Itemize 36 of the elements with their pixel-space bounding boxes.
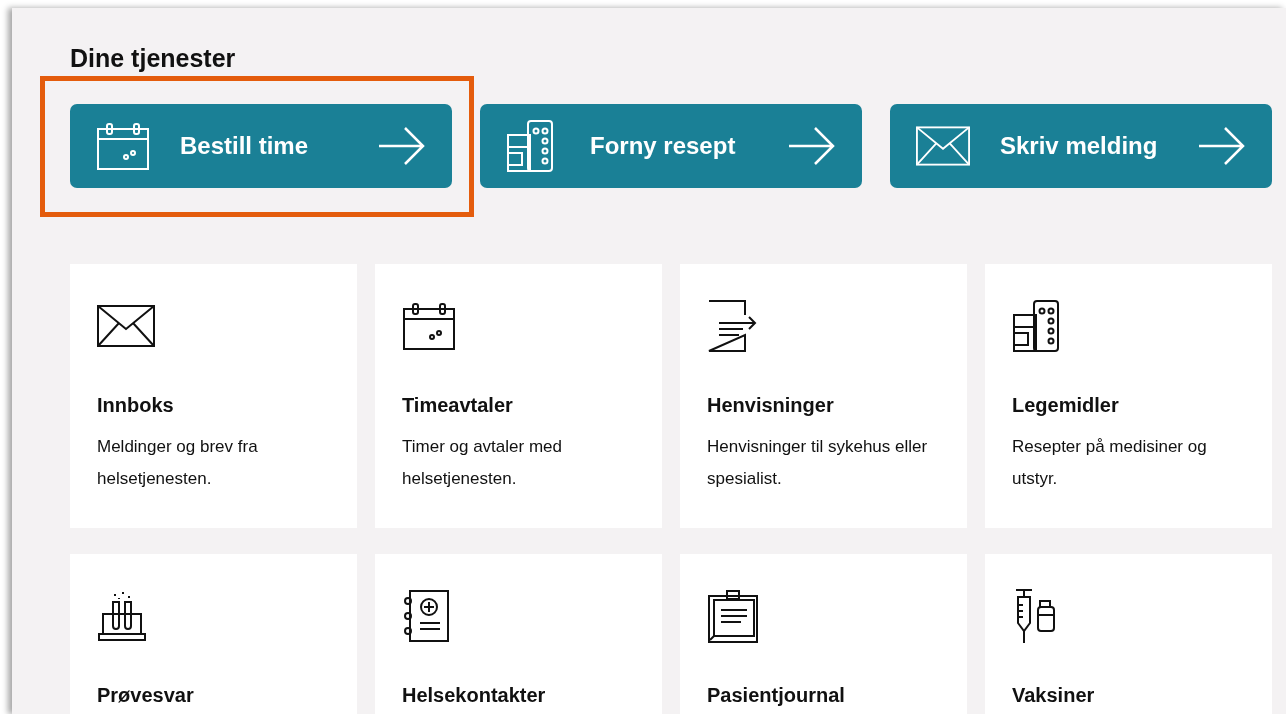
clipboard-icon (707, 588, 761, 644)
arrow-right-icon (1198, 126, 1246, 166)
pill-pack-icon (1012, 299, 1060, 353)
card-title: Timeavtaler (402, 394, 514, 417)
service-card[interactable]: Vaksiner (985, 554, 1272, 714)
notebook-plus-icon (402, 589, 450, 643)
envelope-icon (97, 305, 155, 347)
card-title: Pasientjournal (707, 684, 846, 707)
card-title: Prøvesvar (97, 684, 195, 707)
card-title: Legemidler (1012, 394, 1120, 417)
card-title: Henvisninger (707, 394, 835, 417)
service-card[interactable]: Timeavtaler Timer og avtaler med helsetjenesten. (375, 264, 662, 528)
card-title: Vaksiner (1012, 684, 1096, 707)
card-description: Resepter på medisiner og utstyr. (1012, 436, 1208, 490)
service-card[interactable]: Henvisninger Henvisninger til sykehus eller spesialist. (680, 264, 967, 528)
calendar-icon (402, 301, 456, 351)
quick-action-button[interactable]: Forny resept (480, 104, 862, 188)
quick-action-button[interactable]: Bestill time (70, 104, 452, 188)
quick-action-button[interactable]: Skriv melding (890, 104, 1272, 188)
card-description: Meldinger og brev fra helsetjenesten. (97, 436, 259, 490)
arrow-right-icon (378, 126, 426, 166)
service-card[interactable]: Pasientjournal (680, 554, 967, 714)
envelope-icon (916, 125, 970, 167)
card-title: Innboks (97, 394, 175, 417)
pill-pack-icon (506, 119, 554, 173)
service-card[interactable]: Helsekontakter (375, 554, 662, 714)
arrow-right-icon (788, 126, 836, 166)
card-description: Henvisninger til sykehus eller spesialist. (707, 436, 929, 490)
service-card[interactable]: Legemidler Resepter på medisiner og utstyr. (985, 264, 1272, 528)
section-heading: Dine tjenester (70, 44, 237, 73)
service-card[interactable]: Innboks Meldinger og brev fra helsetjenesten. (70, 264, 357, 528)
document-arrow-icon (707, 299, 759, 353)
card-description: Timer og avtaler med helsetjenesten. (402, 436, 563, 490)
service-card[interactable]: Prøvesvar (70, 554, 357, 714)
card-title: Helsekontakter (402, 684, 547, 707)
calendar-icon (96, 121, 150, 171)
